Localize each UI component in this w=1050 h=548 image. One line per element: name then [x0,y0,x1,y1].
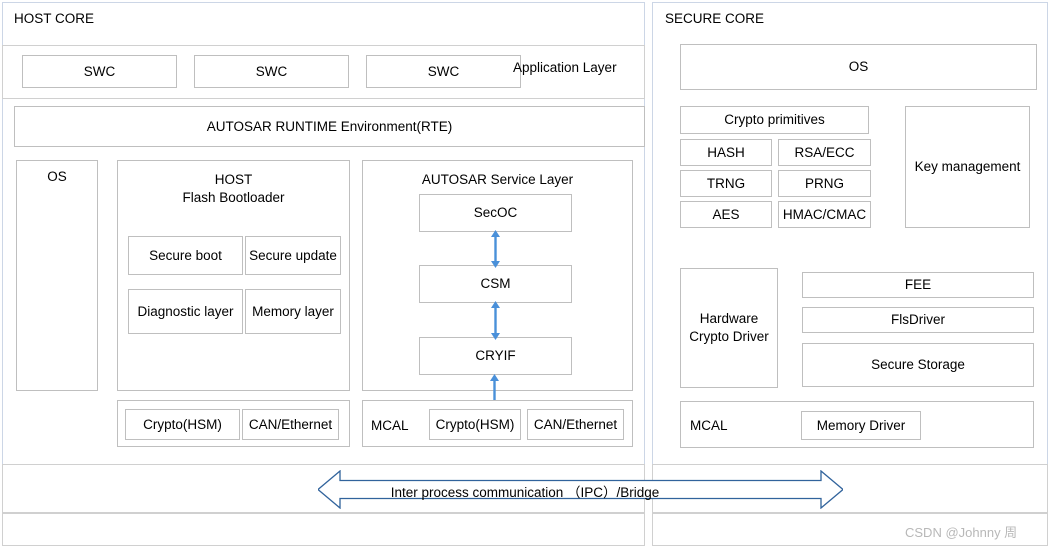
secure-os-box[interactable]: OS [680,44,1037,90]
secure-mcal-label: MCAL [690,418,728,433]
host-mcal-label: MCAL [371,418,409,433]
hardware-crypto-driver-box[interactable]: Hardware Crypto Driver [680,268,778,388]
swc-box-1[interactable]: SWC [22,55,177,88]
hash-box[interactable]: HASH [680,139,772,166]
csm-box[interactable]: CSM [419,265,572,303]
crypto-primitives-box[interactable]: Crypto primitives [680,106,869,134]
host-flash-bootloader-group: HOST Flash Bootloader Secure boot Secure… [117,160,350,391]
swc-box-3[interactable]: SWC [366,55,521,88]
service-layer-heading: AUTOSAR Service Layer [421,172,574,187]
ipc-bridge-label: Inter process communication （IPC）/Bridge [390,485,660,500]
bootloader-heading-line2: Flash Bootloader [182,189,285,205]
arrow-csm-cryif [491,301,500,340]
diagnostic-layer-box[interactable]: Diagnostic layer [128,289,243,334]
host-crypto-hsm-box[interactable]: Crypto(HSM) [125,409,240,440]
secoc-box[interactable]: SecOC [419,194,572,232]
prng-box[interactable]: PRNG [778,170,871,197]
secure-storage-box[interactable]: Secure Storage [802,343,1034,387]
host-mcal-crypto-hsm-box[interactable]: Crypto(HSM) [429,409,521,440]
rsa-ecc-box[interactable]: RSA/ECC [778,139,871,166]
secure-update-box[interactable]: Secure update [245,236,341,275]
autosar-service-layer-group: AUTOSAR Service Layer SecOC CSM CRYIF [362,160,633,391]
host-os-box[interactable]: OS [16,160,98,391]
fee-box[interactable]: FEE [802,272,1034,298]
architecture-diagram: HOST CORE SWC SWC SWC Application Layer … [0,0,1050,548]
flsdriver-box[interactable]: FlsDriver [802,307,1034,333]
aes-box[interactable]: AES [680,201,772,228]
secure-core-title: SECURE CORE [665,11,765,26]
footer-band-host [2,513,645,546]
rte-box[interactable]: AUTOSAR RUNTIME Environment(RTE) [14,106,645,147]
secure-boot-box[interactable]: Secure boot [128,236,243,275]
bootloader-heading: HOST Flash Bootloader [118,171,349,206]
host-mcal-row: MCAL Crypto(HSM) CAN/Ethernet [362,400,633,447]
arrow-secoc-csm [491,230,500,268]
memory-layer-box[interactable]: Memory layer [245,289,341,334]
cryif-box[interactable]: CRYIF [419,337,572,375]
hmac-cmac-box[interactable]: HMAC/CMAC [778,201,871,228]
key-management-box[interactable]: Key management [905,106,1030,228]
host-driver-row: Crypto(HSM) CAN/Ethernet [117,400,350,447]
secure-mcal-row: MCAL Memory Driver [680,401,1034,448]
memory-driver-box[interactable]: Memory Driver [801,411,921,440]
host-os-label: OS [47,169,67,184]
swc-box-2[interactable]: SWC [194,55,349,88]
bootloader-heading-line1: HOST [214,172,253,187]
host-core-title: HOST CORE [14,11,95,26]
watermark: CSDN @Johnny 周 [905,525,1018,540]
trng-box[interactable]: TRNG [680,170,772,197]
host-can-ethernet-box[interactable]: CAN/Ethernet [242,409,339,440]
application-layer-label: Application Layer [513,60,617,75]
host-mcal-can-ethernet-box[interactable]: CAN/Ethernet [527,409,624,440]
